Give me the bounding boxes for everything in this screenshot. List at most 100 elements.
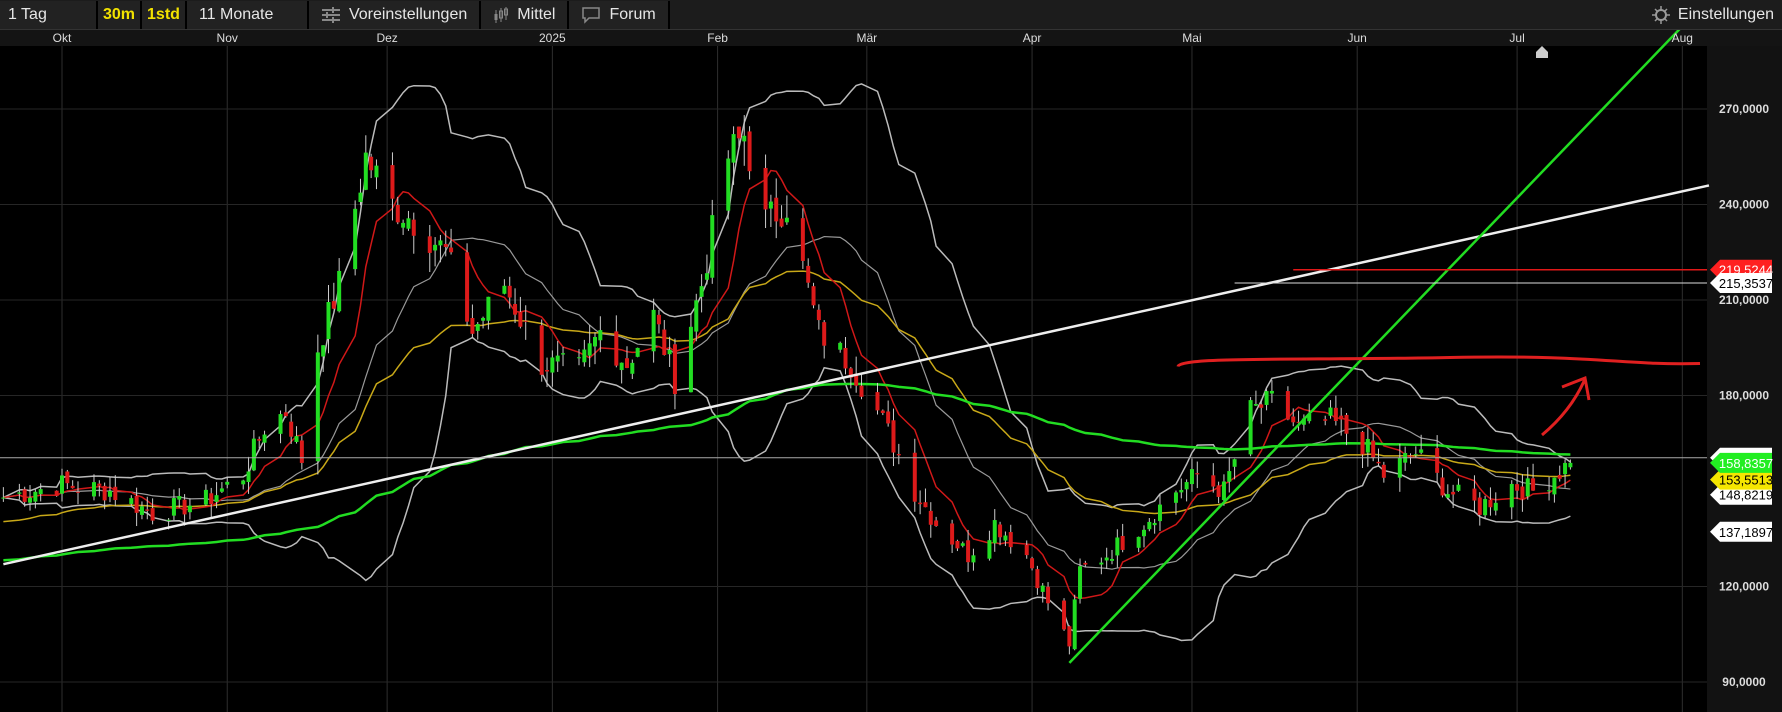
- candle-body: [886, 411, 891, 424]
- interval-30m-button[interactable]: 30m: [98, 0, 143, 29]
- candle-body: [699, 286, 704, 297]
- candle-body: [1509, 483, 1514, 508]
- range-selector[interactable]: 1 Tag: [0, 0, 98, 29]
- price-tick-label: 270,0000: [1719, 102, 1769, 116]
- bollinger-middle: [3, 235, 1571, 570]
- candle-body: [1339, 415, 1344, 420]
- candle-body: [891, 420, 896, 453]
- candle-body: [880, 410, 885, 413]
- candle-body: [1477, 497, 1482, 515]
- price-chart[interactable]: Okt Nov Dez 2025 Feb Mär Apr Mai Jun Jul Aug 270,00…: [0, 30, 1782, 712]
- candle-body: [1323, 419, 1328, 421]
- candle-body: [1285, 391, 1290, 420]
- period-selector[interactable]: 11 Monate: [186, 0, 309, 29]
- candle-body: [950, 523, 955, 545]
- candle-body: [353, 208, 358, 270]
- candle-body: [251, 438, 256, 471]
- candle-body: [28, 497, 33, 503]
- candle-body: [587, 343, 592, 356]
- candle-body: [806, 265, 811, 283]
- candle-body: [449, 247, 454, 253]
- candle-body: [1264, 391, 1269, 405]
- candle-body: [619, 362, 624, 371]
- settings-button[interactable]: Einstellungen: [1651, 0, 1774, 30]
- candle-body: [1435, 448, 1440, 473]
- candle-body: [406, 218, 411, 229]
- chat-bubble-icon: [582, 6, 601, 24]
- candle-body: [374, 165, 379, 178]
- candle-body: [1451, 491, 1456, 495]
- candle-body: [1147, 521, 1152, 530]
- candle-body: [635, 347, 640, 357]
- candle-body: [1483, 499, 1488, 516]
- candle-body: [523, 320, 528, 322]
- candle-body: [694, 300, 699, 332]
- grid: [0, 46, 1707, 712]
- candle-body: [731, 134, 736, 163]
- candle-body: [966, 540, 971, 563]
- candle-body: [859, 385, 864, 397]
- candle-body: [107, 491, 112, 497]
- candle-body: [1179, 489, 1184, 493]
- candle-body: [97, 483, 102, 486]
- candle-body: [1440, 477, 1445, 496]
- candle-body: [1195, 473, 1200, 475]
- candle-body: [513, 303, 518, 315]
- candle-body: [150, 508, 155, 521]
- candle-body: [614, 331, 619, 366]
- candle-body: [923, 502, 928, 508]
- price-tick-label: 120,0000: [1719, 579, 1769, 593]
- candle-body: [747, 131, 752, 172]
- candle-body: [1062, 600, 1067, 630]
- marker-icon: [1536, 46, 1548, 58]
- freehand-arrow-up: [1541, 375, 1591, 437]
- candle-body: [779, 218, 784, 227]
- candle-body: [438, 240, 443, 246]
- candle-body: [656, 314, 661, 325]
- forum-button[interactable]: Forum: [569, 0, 670, 29]
- toolbar: 1 Tag 30m 1std 11 Monate Voreinstellunge…: [0, 0, 1782, 30]
- candle-body: [1067, 626, 1072, 647]
- candle-body: [145, 509, 150, 511]
- candle-body: [811, 286, 816, 306]
- candle-body: [369, 156, 374, 171]
- candle-body: [1456, 484, 1461, 491]
- month-label: Dez: [376, 31, 397, 45]
- candle-body: [816, 309, 821, 321]
- candle-body: [1184, 482, 1189, 490]
- month-label: 2025: [539, 31, 566, 45]
- candle-body: [1525, 478, 1530, 497]
- candle-body: [1515, 484, 1520, 491]
- indicator-button[interactable]: Mittel: [481, 0, 570, 29]
- candle-body: [1232, 459, 1237, 467]
- candle-body: [1157, 504, 1162, 522]
- candle-body: [550, 357, 555, 373]
- candle-body: [1563, 462, 1568, 475]
- candle-body: [1099, 562, 1104, 565]
- candle-body: [822, 322, 827, 346]
- candle-body: [662, 329, 667, 355]
- candle-body: [60, 475, 64, 494]
- candle-body: [1381, 464, 1386, 478]
- moving-average-fast: [3, 169, 1571, 600]
- candle-body: [475, 324, 480, 331]
- month-label: Aug: [1672, 31, 1693, 45]
- candle-body: [1472, 488, 1477, 501]
- candle-body: [257, 439, 262, 441]
- candle-body: [315, 352, 320, 462]
- candle-body: [545, 369, 550, 372]
- candle-body: [1328, 407, 1333, 416]
- candle-body: [582, 349, 587, 363]
- candle-body: [1333, 407, 1338, 422]
- presets-button[interactable]: Voreinstellungen: [308, 0, 482, 29]
- interval-1std-button[interactable]: 1std: [142, 0, 187, 29]
- candle-body: [1520, 486, 1525, 500]
- candle-body: [561, 353, 566, 355]
- month-label: Feb: [707, 31, 728, 45]
- candle-body: [998, 524, 1003, 538]
- candle-body: [784, 217, 789, 223]
- candle-body: [688, 326, 693, 393]
- bollinger-lower: [3, 336, 1571, 642]
- candle-body: [704, 273, 709, 280]
- candle-body: [1253, 404, 1258, 406]
